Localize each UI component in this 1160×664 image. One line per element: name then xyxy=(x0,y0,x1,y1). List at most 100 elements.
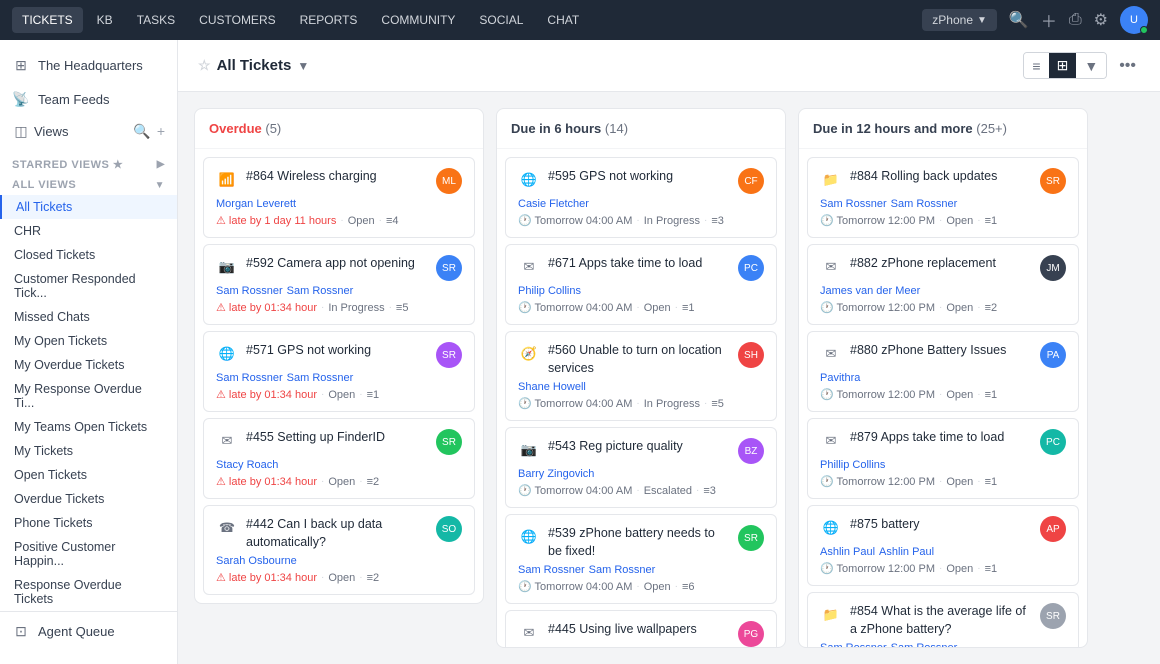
assignee-name[interactable]: James van der Meer xyxy=(820,285,920,297)
kanban-view-button[interactable]: ⊞ xyxy=(1049,53,1077,78)
sidebar-agent-queue[interactable]: ⊡ Agent Queue xyxy=(0,612,177,650)
ticket-type-icon: ✉ xyxy=(820,430,842,452)
assignee-name[interactable]: Sam Rossner xyxy=(216,285,283,297)
add-icon[interactable]: ＋ xyxy=(1041,8,1057,32)
search-icon[interactable]: 🔍 xyxy=(1009,10,1029,30)
assignee-name[interactable]: Stacy Roach xyxy=(216,459,278,471)
assignee-name[interactable]: Pavithra xyxy=(820,372,860,384)
sidebar-teams-queue[interactable]: ⊟ Teams Queue xyxy=(0,650,177,664)
nav-tickets[interactable]: TICKETS xyxy=(12,7,83,33)
sidebar-nav-my-open-tickets[interactable]: My Open Tickets xyxy=(0,329,177,353)
sidebar-nav-my-response-overdue[interactable]: My Response Overdue Ti... xyxy=(0,377,177,415)
assignee-name[interactable]: Barry Zingovich xyxy=(518,468,594,480)
sidebar-item-headquarters[interactable]: ⊞ The Headquarters xyxy=(0,48,177,82)
content-header: ☆ All Tickets ▼ ≡ ⊞ ▼ ••• xyxy=(178,40,1160,92)
nav-customers[interactable]: CUSTOMERS xyxy=(189,7,285,33)
ticket-avatar: PG xyxy=(738,621,764,647)
assignee-name[interactable]: Morgan Leverett xyxy=(216,198,296,210)
assignee-name[interactable]: Sam Rossner xyxy=(216,372,283,384)
ticket-card[interactable]: 📶 #864 Wireless charging ML Morgan Lever… xyxy=(203,157,475,238)
ticket-card[interactable]: ✉ #880 zPhone Battery Issues PA Pavithra… xyxy=(807,331,1079,412)
ticket-card[interactable]: 📷 #592 Camera app not opening SR Sam Ros… xyxy=(203,244,475,325)
nav-tasks[interactable]: TASKS xyxy=(127,7,185,33)
ticket-avatar: CF xyxy=(738,168,764,194)
ticket-card[interactable]: 🧭 #560 Unable to turn on location servic… xyxy=(505,331,777,421)
favorite-star-icon[interactable]: ☆ xyxy=(198,57,211,74)
kanban-board: Overdue (5) 📶 #864 Wireless charging ML … xyxy=(178,92,1160,664)
ticket-message-count: ≡1 xyxy=(985,215,998,227)
assignee-name[interactable]: Casie Fletcher xyxy=(518,198,589,210)
compose-icon[interactable]: ⎙ xyxy=(1069,11,1082,29)
sidebar-nav-phone-tickets[interactable]: Phone Tickets xyxy=(0,511,177,535)
ticket-card[interactable]: 🌐 #595 GPS not working CF Casie Fletcher… xyxy=(505,157,777,238)
ticket-card[interactable]: 📷 #543 Reg picture quality BZ Barry Zing… xyxy=(505,427,777,508)
ticket-separator-2: · xyxy=(977,215,980,226)
search-views-icon[interactable]: 🔍 xyxy=(133,123,150,140)
assignee-name[interactable]: Sam Rossner xyxy=(518,564,585,576)
kanban-column-overdue: Overdue (5) 📶 #864 Wireless charging ML … xyxy=(194,108,484,604)
list-view-button[interactable]: ≡ xyxy=(1024,53,1048,78)
more-options-button[interactable]: ••• xyxy=(1115,53,1140,79)
ticket-card[interactable]: ✉ #671 Apps take time to load PC Philip … xyxy=(505,244,777,325)
nav-chat[interactable]: CHAT xyxy=(537,7,589,33)
ticket-card[interactable]: ☎ #442 Can I back up data automatically?… xyxy=(203,505,475,595)
assignee-name[interactable]: Philip Collins xyxy=(518,285,581,297)
sidebar-nav-my-teams-open[interactable]: My Teams Open Tickets xyxy=(0,415,177,439)
ticket-info: #455 Setting up FinderID xyxy=(246,429,428,447)
nav-kb[interactable]: KB xyxy=(87,7,123,33)
sidebar-nav-closed-tickets[interactable]: Closed Tickets xyxy=(0,243,177,267)
ticket-card[interactable]: ✉ #882 zPhone replacement JM James van d… xyxy=(807,244,1079,325)
ticket-card[interactable]: 🌐 #875 battery AP Ashlin Paul Ashlin Pau… xyxy=(807,505,1079,586)
sidebar-nav-my-tickets[interactable]: My Tickets xyxy=(0,439,177,463)
zphone-button[interactable]: zPhone ▼ xyxy=(922,9,997,31)
user-avatar[interactable]: U xyxy=(1120,6,1148,34)
ticket-top: 📷 #592 Camera app not opening SR xyxy=(216,255,462,281)
assignee-name[interactable]: Ashlin Paul xyxy=(820,546,875,558)
sidebar-nav-overdue-tickets[interactable]: Overdue Tickets xyxy=(0,487,177,511)
assignee-name[interactable]: Sam Rossner xyxy=(820,198,887,210)
sidebar-item-team-feeds[interactable]: 📡 Team Feeds xyxy=(0,82,177,116)
sidebar-top: ⊞ The Headquarters 📡 Team Feeds ◫ Views … xyxy=(0,40,177,154)
ticket-type-icon: 📶 xyxy=(216,169,238,191)
sidebar-nav-all-tickets[interactable]: All Tickets xyxy=(0,195,177,219)
assignee-name[interactable]: Shane Howell xyxy=(518,381,586,393)
ticket-card[interactable]: ✉ #879 Apps take time to load PC Phillip… xyxy=(807,418,1079,499)
sidebar-nav-response-overdue[interactable]: Response Overdue Tickets xyxy=(0,573,177,611)
add-view-icon[interactable]: + xyxy=(157,123,165,140)
title-chevron-icon[interactable]: ▼ xyxy=(297,59,309,73)
assignee-name[interactable]: Sam Rossner xyxy=(287,372,354,384)
ticket-card[interactable]: ✉ #445 Using live wallpapers PG Peter Gr… xyxy=(505,610,777,647)
sidebar-nav-missed-chats[interactable]: Missed Chats xyxy=(0,305,177,329)
assignee-name[interactable]: Sarah Osbourne xyxy=(216,555,297,567)
sidebar-nav-customer-responded[interactable]: Customer Responded Tick... xyxy=(0,267,177,305)
ticket-status: In Progress xyxy=(328,302,384,314)
ticket-card[interactable]: 📁 #884 Rolling back updates SR Sam Rossn… xyxy=(807,157,1079,238)
assignee-name[interactable]: Sam Rossner xyxy=(891,198,958,210)
settings-icon[interactable]: ⚙ xyxy=(1094,10,1108,30)
nav-reports[interactable]: REPORTS xyxy=(290,7,368,33)
ticket-card[interactable]: 🌐 #539 zPhone battery needs to be fixed!… xyxy=(505,514,777,604)
sidebar-nav-chr[interactable]: CHR xyxy=(0,219,177,243)
ticket-type-icon: 📷 xyxy=(216,256,238,278)
view-options-button[interactable]: ▼ xyxy=(1076,53,1106,78)
ticket-card[interactable]: 📁 #854 What is the average life of a zPh… xyxy=(807,592,1079,647)
assignee-name[interactable]: Sam Rossner xyxy=(891,642,958,647)
views-icon: ◫ xyxy=(12,122,30,140)
assignee-name[interactable]: Phillip Collins xyxy=(820,459,885,471)
ticket-separator: · xyxy=(636,302,639,313)
ticket-assignees: Morgan Leverett xyxy=(216,198,462,210)
ticket-message-count: ≡1 xyxy=(985,389,998,401)
ticket-meta: 🕐 Tomorrow 12:00 PM · Open · ≡2 xyxy=(820,301,1066,314)
assignee-name[interactable]: Sam Rossner xyxy=(589,564,656,576)
assignee-name[interactable]: Sam Rossner xyxy=(287,285,354,297)
sidebar-nav-positive-customer[interactable]: Positive Customer Happin... xyxy=(0,535,177,573)
ticket-message-count: ≡2 xyxy=(985,302,998,314)
assignee-name[interactable]: Sam Rossner xyxy=(820,642,887,647)
ticket-card[interactable]: 🌐 #571 GPS not working SR Sam Rossner Sa… xyxy=(203,331,475,412)
assignee-name[interactable]: Ashlin Paul xyxy=(879,546,934,558)
nav-social[interactable]: SOCIAL xyxy=(469,7,533,33)
nav-community[interactable]: COMMUNITY xyxy=(371,7,465,33)
ticket-card[interactable]: ✉ #455 Setting up FinderID SR Stacy Roac… xyxy=(203,418,475,499)
sidebar-nav-open-tickets[interactable]: Open Tickets xyxy=(0,463,177,487)
sidebar-nav-my-overdue-tickets[interactable]: My Overdue Tickets xyxy=(0,353,177,377)
